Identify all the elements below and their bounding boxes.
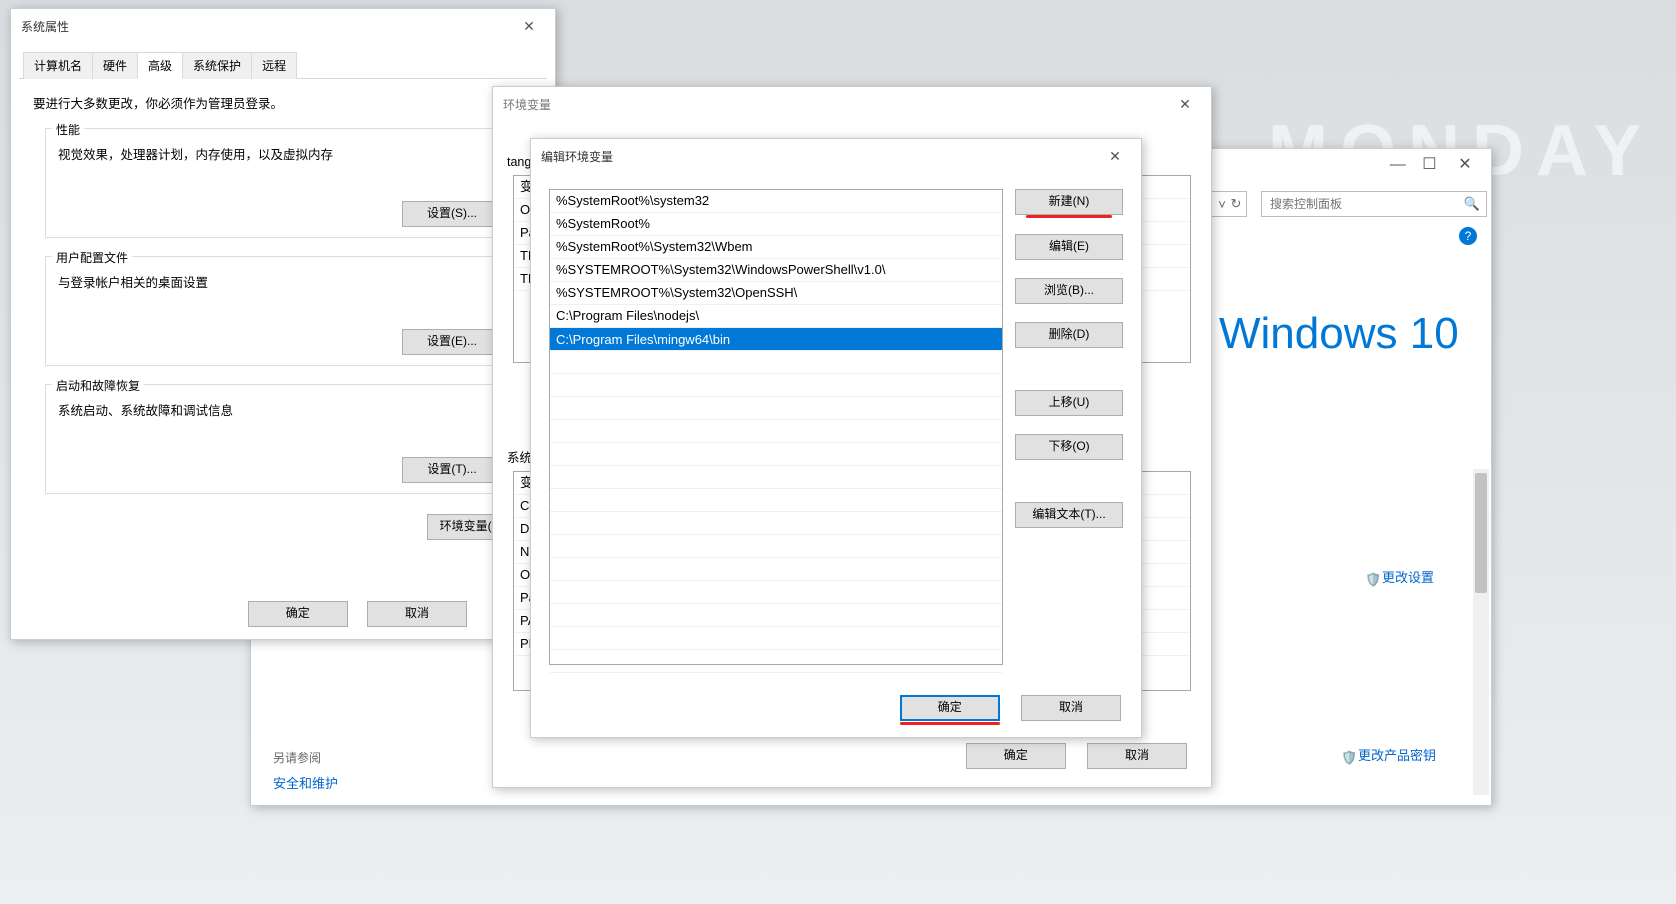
list-item[interactable] — [550, 558, 1002, 581]
path-edit-input[interactable] — [556, 330, 996, 348]
tab-system-protection[interactable]: 系统保护 — [182, 52, 252, 79]
dialog-title-bar: 系统属性 ✕ — [11, 9, 555, 43]
performance-desc: 视觉效果，处理器计划，内存使用，以及虚拟内存 — [58, 144, 518, 163]
list-item[interactable] — [550, 627, 1002, 650]
user-profile-group: 用户配置文件 与登录帐户相关的桌面设置 设置(E)... — [45, 256, 531, 366]
startup-recovery-settings-button[interactable]: 设置(T)... — [402, 457, 502, 483]
list-item[interactable] — [550, 489, 1002, 512]
list-item[interactable]: %SystemRoot%\System32\Wbem — [550, 236, 1002, 259]
edit-cancel-button[interactable]: 取消 — [1021, 695, 1121, 721]
windows-brand-label: Windows 10 — [1219, 309, 1459, 359]
minimize-button[interactable]: — — [1384, 156, 1412, 174]
list-item[interactable]: %SYSTEMROOT%\System32\WindowsPowerShell\… — [550, 259, 1002, 282]
list-item-editing[interactable] — [550, 328, 1002, 351]
tab-bar: 计算机名 硬件 高级 系统保护 远程 — [19, 51, 547, 79]
env-cancel-button[interactable]: 取消 — [1087, 743, 1187, 769]
close-icon[interactable]: ✕ — [1169, 93, 1201, 115]
close-button[interactable]: ✕ — [1447, 153, 1483, 175]
close-icon[interactable]: ✕ — [513, 15, 545, 37]
dialog-title-bar: 编辑环境变量 ✕ — [531, 139, 1141, 173]
list-item[interactable] — [550, 512, 1002, 535]
list-item[interactable] — [550, 581, 1002, 604]
list-item[interactable]: %SystemRoot%\system32 — [550, 190, 1002, 213]
new-button[interactable]: 新建(N) — [1015, 189, 1123, 215]
list-item[interactable] — [550, 374, 1002, 397]
list-item[interactable] — [550, 351, 1002, 374]
edit-environment-variable-dialog: 编辑环境变量 ✕ %SystemRoot%\system32 %SystemRo… — [530, 138, 1142, 738]
tab-hardware[interactable]: 硬件 — [92, 52, 138, 79]
tab-advanced[interactable]: 高级 — [137, 52, 183, 79]
list-item[interactable] — [550, 604, 1002, 627]
search-box[interactable]: 🔍 — [1261, 191, 1487, 217]
performance-group: 性能 视觉效果，处理器计划，内存使用，以及虚拟内存 设置(S)... — [45, 128, 531, 238]
list-item[interactable] — [550, 420, 1002, 443]
attention-underline — [1026, 215, 1112, 218]
refresh-icon[interactable]: ↻ — [1229, 196, 1243, 212]
window-controls: — ☐ ✕ — [1384, 153, 1483, 175]
dialog-title-bar: 环境变量 ✕ — [493, 87, 1211, 121]
change-settings-link[interactable]: 🛡️更改设置 — [1365, 567, 1434, 586]
list-item[interactable] — [550, 650, 1002, 673]
list-item[interactable]: %SystemRoot% — [550, 213, 1002, 236]
system-properties-dialog: 系统属性 ✕ 计算机名 硬件 高级 系统保护 远程 要进行大多数更改，你必须作为… — [10, 8, 556, 640]
help-icon[interactable]: ? — [1459, 227, 1477, 245]
shield-icon: 🛡️ — [1365, 572, 1379, 586]
list-item[interactable] — [550, 443, 1002, 466]
close-icon[interactable]: ✕ — [1099, 145, 1131, 167]
browse-button[interactable]: 浏览(B)... — [1015, 278, 1123, 304]
maximize-button[interactable]: ☐ — [1415, 154, 1443, 174]
attention-underline — [900, 722, 1000, 725]
list-item[interactable] — [550, 466, 1002, 489]
path-entries-list[interactable]: %SystemRoot%\system32 %SystemRoot% %Syst… — [549, 189, 1003, 665]
list-item[interactable]: C:\Program Files\nodejs\ — [550, 305, 1002, 328]
see-also-label: 另请参阅 — [273, 749, 321, 766]
list-item[interactable]: %SYSTEMROOT%\System32\OpenSSH\ — [550, 282, 1002, 305]
search-input[interactable] — [1268, 196, 1464, 212]
list-item[interactable] — [550, 397, 1002, 420]
env-ok-button[interactable]: 确定 — [966, 743, 1066, 769]
tab-computer-name[interactable]: 计算机名 — [23, 52, 93, 79]
ok-button[interactable]: 确定 — [248, 601, 348, 627]
startup-recovery-desc: 系统启动、系统故障和调试信息 — [58, 400, 518, 419]
performance-title: 性能 — [52, 121, 84, 138]
vertical-scrollbar[interactable] — [1473, 469, 1489, 795]
address-refresh[interactable]: ˅ ↻ — [1211, 191, 1247, 217]
delete-button[interactable]: 删除(D) — [1015, 322, 1123, 348]
dialog-title: 环境变量 — [503, 96, 551, 113]
move-up-button[interactable]: 上移(U) — [1015, 390, 1123, 416]
address-chevron-icon: ˅ — [1215, 197, 1229, 212]
performance-settings-button[interactable]: 设置(S)... — [402, 201, 502, 227]
list-item[interactable] — [550, 535, 1002, 558]
dialog-title: 系统属性 — [21, 18, 69, 35]
edit-button[interactable]: 编辑(E) — [1015, 234, 1123, 260]
dialog-title: 编辑环境变量 — [541, 148, 613, 165]
search-icon[interactable]: 🔍 — [1464, 196, 1480, 212]
move-down-button[interactable]: 下移(O) — [1015, 434, 1123, 460]
cancel-button[interactable]: 取消 — [367, 601, 467, 627]
admin-note-label: 要进行大多数更改，你必须作为管理员登录。 — [33, 93, 543, 112]
edit-text-button[interactable]: 编辑文本(T)... — [1015, 502, 1123, 528]
startup-recovery-title: 启动和故障恢复 — [52, 377, 144, 394]
change-product-key-link[interactable]: 🛡️更改产品密钥 — [1341, 745, 1436, 764]
security-maintenance-link[interactable]: 安全和维护 — [273, 773, 338, 792]
startup-recovery-group: 启动和故障恢复 系统启动、系统故障和调试信息 设置(T)... — [45, 384, 531, 494]
tab-remote[interactable]: 远程 — [251, 52, 297, 79]
user-profile-settings-button[interactable]: 设置(E)... — [402, 329, 502, 355]
user-profile-desc: 与登录帐户相关的桌面设置 — [58, 272, 518, 291]
edit-ok-button[interactable]: 确定 — [900, 695, 1000, 721]
shield-icon: 🛡️ — [1341, 750, 1355, 764]
user-profile-title: 用户配置文件 — [52, 249, 132, 266]
